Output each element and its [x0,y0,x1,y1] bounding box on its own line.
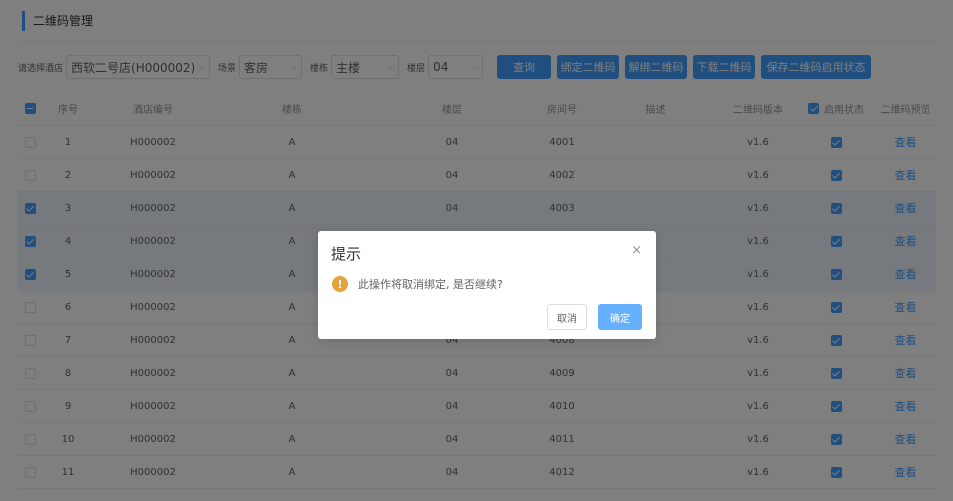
dialog-title: 提示 [331,245,362,263]
warning-icon: ! [332,276,348,292]
dialog-message: 此操作将取消绑定, 是否继续? [358,278,503,291]
confirm-dialog: 提示 × ! 此操作将取消绑定, 是否继续? 取消 确定 [318,231,656,339]
close-icon[interactable]: × [631,243,642,258]
cancel-button[interactable]: 取消 [547,304,587,330]
confirm-button[interactable]: 确定 [598,304,642,330]
